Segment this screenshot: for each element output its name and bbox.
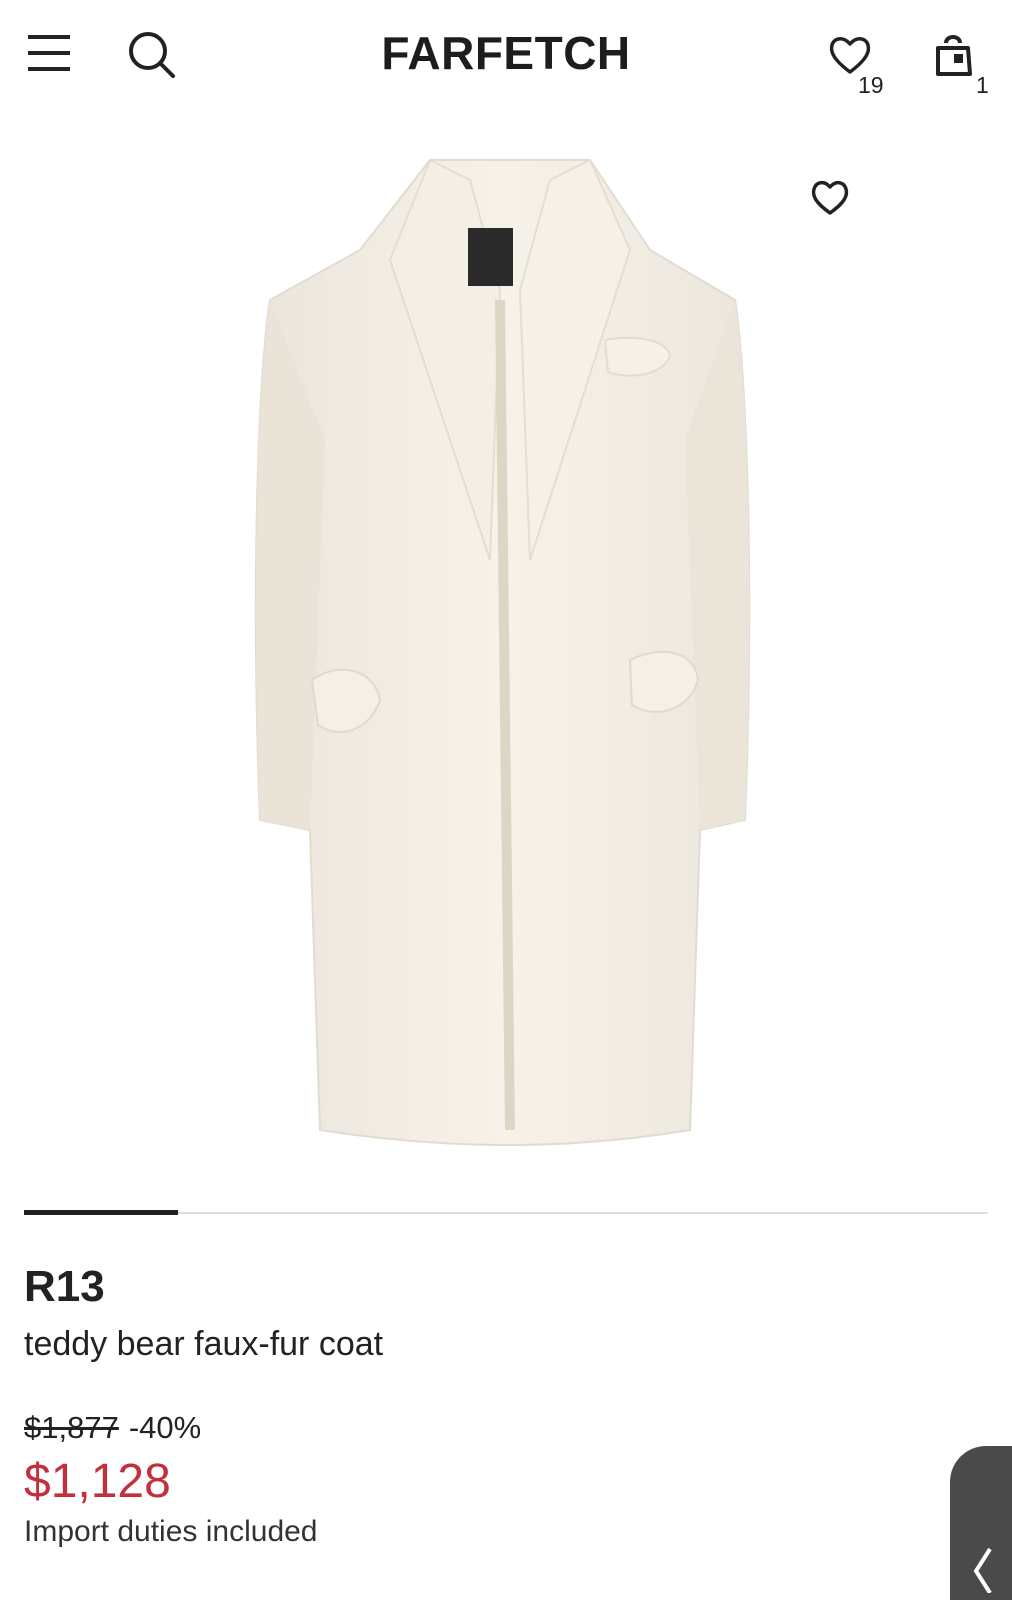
menu-button[interactable] bbox=[28, 32, 72, 74]
brand-name[interactable]: R13 bbox=[24, 1262, 105, 1312]
search-icon bbox=[129, 32, 175, 78]
original-price: $1,877 bbox=[24, 1410, 119, 1445]
menu-icon bbox=[28, 35, 70, 71]
price-row: $1,877 -40% bbox=[24, 1410, 201, 1446]
bag-count-badge: 1 bbox=[976, 72, 989, 98]
product-name: teddy bear faux-fur coat bbox=[24, 1325, 384, 1363]
faux-fur-coat-image[interactable] bbox=[200, 140, 820, 1170]
sale-price: $1,128 bbox=[24, 1455, 171, 1508]
gallery-progress-indicator[interactable] bbox=[24, 1210, 178, 1215]
discount-badge: -40% bbox=[128, 1410, 202, 1445]
wishlist-count-badge: 19 bbox=[858, 72, 884, 98]
search-button[interactable] bbox=[126, 30, 178, 78]
add-to-wishlist-button[interactable] bbox=[810, 178, 860, 224]
heart-icon bbox=[829, 37, 871, 74]
top-navigation-bar: FARFETCH 19 1 bbox=[0, 0, 1012, 120]
heart-icon bbox=[811, 180, 849, 215]
import-duties-note: Import duties included bbox=[24, 1515, 318, 1548]
chevron-left-icon bbox=[973, 1547, 992, 1593]
farfetch-logo[interactable]: FARFETCH bbox=[340, 26, 672, 80]
